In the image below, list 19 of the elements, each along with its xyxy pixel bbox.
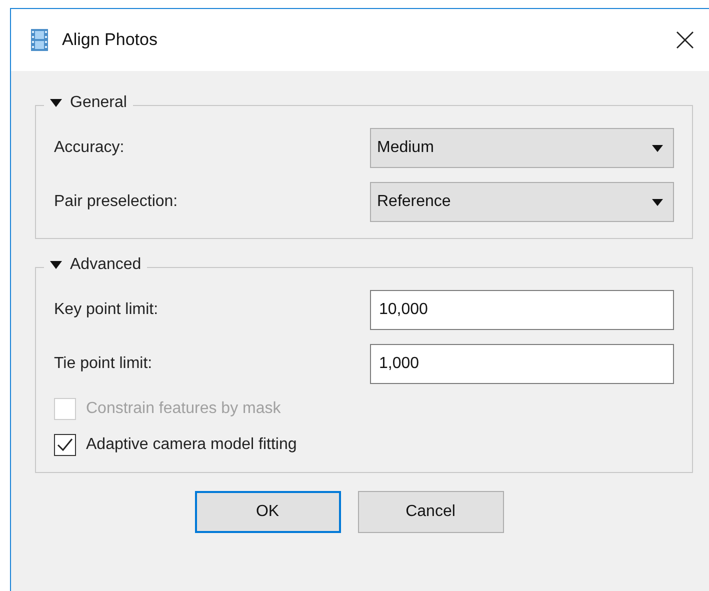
dialog-button[interactable]: Cancel <box>358 491 504 533</box>
dialog-button[interactable]: OK <box>194 491 340 533</box>
input-field[interactable]: 10,000 <box>370 290 674 330</box>
close-button[interactable] <box>675 30 695 50</box>
caret-icon <box>50 99 62 107</box>
field-label: Tie point limit: <box>54 355 154 373</box>
field-label: Accuracy: <box>54 139 126 157</box>
window-title: Align Photos <box>62 30 158 50</box>
checkbox-option[interactable]: Adaptive camera model fitting <box>54 434 674 456</box>
film-icon <box>31 29 48 51</box>
caret-icon <box>652 198 663 206</box>
caret-icon <box>652 144 663 152</box>
dropdown[interactable]: Reference <box>370 182 674 222</box>
input-field[interactable]: 1,000 <box>370 344 674 384</box>
checkbox[interactable] <box>54 434 76 456</box>
caret-icon <box>50 261 62 269</box>
field-label: Pair preselection: <box>54 193 179 211</box>
dropdown[interactable]: Medium <box>370 128 674 168</box>
field-label: Key point limit: <box>54 301 160 319</box>
